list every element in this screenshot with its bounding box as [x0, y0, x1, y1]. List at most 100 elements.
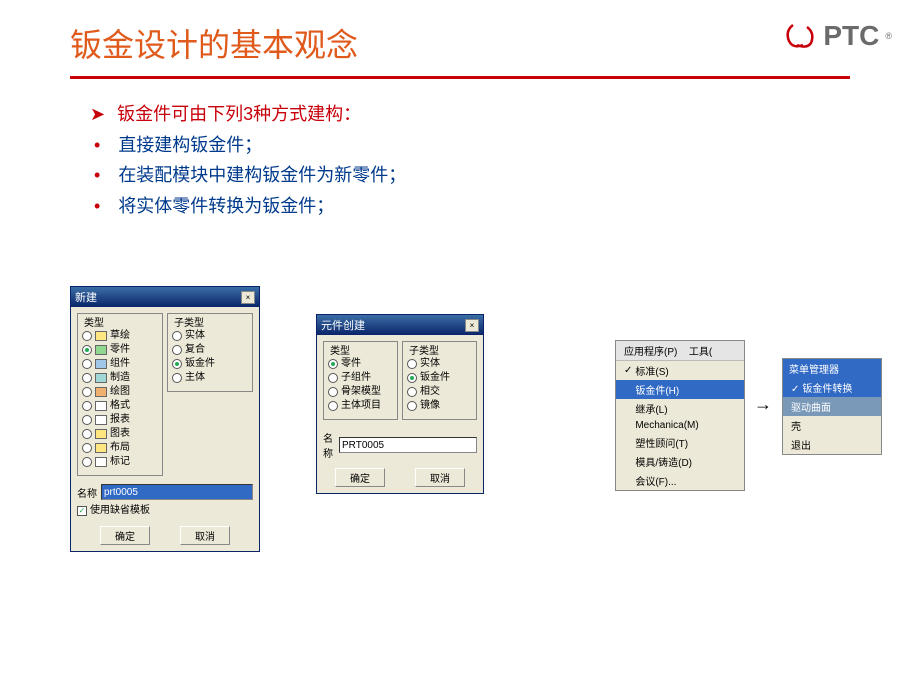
- bullet-sub: 将实体零件转换为钣金件；: [90, 191, 850, 222]
- type-radio-row[interactable]: 零件: [82, 343, 158, 357]
- subtype-group: 子类型 实体钣金件相交镜像: [402, 341, 477, 420]
- subtype-radio-row[interactable]: 钣金件: [172, 357, 248, 371]
- subtype-radio-row[interactable]: 主体: [172, 371, 248, 385]
- bullet-sub: 在装配模块中建构钣金件为新零件；: [90, 160, 850, 191]
- radio-icon[interactable]: [82, 331, 92, 341]
- type-radio-row[interactable]: 主体项目: [328, 399, 393, 413]
- radio-icon[interactable]: [328, 401, 338, 411]
- slide-title: 钣金设计的基本观念: [70, 20, 850, 66]
- menu-item[interactable]: ✓钣金件转换: [783, 378, 881, 397]
- type-radio-row[interactable]: 子组件: [328, 371, 393, 385]
- logo-text: PTC: [823, 20, 879, 52]
- type-radio-row[interactable]: 标记: [82, 455, 158, 469]
- subtype-radio-row[interactable]: 相交: [407, 385, 472, 399]
- type-icon: [95, 373, 107, 383]
- name-label: 名称: [77, 485, 97, 500]
- menu-item[interactable]: 钣金件(H): [616, 380, 744, 399]
- template-checkbox[interactable]: [77, 506, 87, 516]
- type-label: 草绘: [110, 329, 130, 343]
- menu-item-label: 驱动曲面: [791, 403, 831, 414]
- subtype-label: 钣金件: [185, 357, 215, 371]
- type-radio-row[interactable]: 布局: [82, 441, 158, 455]
- radio-icon[interactable]: [407, 387, 417, 397]
- type-label: 格式: [110, 399, 130, 413]
- subtype-radio-row[interactable]: 实体: [407, 357, 472, 371]
- type-group: 类型 草绘零件组件制造绘图格式报表图表布局标记: [77, 313, 163, 476]
- subtype-radio-row[interactable]: 钣金件: [407, 371, 472, 385]
- type-icon: [95, 331, 107, 341]
- radio-icon[interactable]: [172, 345, 182, 355]
- group-label: 类型: [328, 342, 352, 357]
- radio-icon[interactable]: [82, 443, 92, 453]
- type-radio-row[interactable]: 零件: [328, 357, 393, 371]
- radio-icon[interactable]: [82, 387, 92, 397]
- cancel-button[interactable]: 取消: [415, 468, 465, 487]
- arrow-icon: →: [754, 394, 772, 415]
- radio-icon[interactable]: [82, 345, 92, 355]
- subtype-radio-row[interactable]: 实体: [172, 329, 248, 343]
- type-radio-row[interactable]: 制造: [82, 371, 158, 385]
- type-radio-row[interactable]: 报表: [82, 413, 158, 427]
- close-icon[interactable]: ×: [241, 291, 255, 304]
- type-label: 标记: [110, 455, 130, 469]
- type-label: 组件: [110, 357, 130, 371]
- radio-icon[interactable]: [172, 373, 182, 383]
- menu-item[interactable]: Mechanica(M): [616, 418, 744, 433]
- type-radio-row[interactable]: 草绘: [82, 329, 158, 343]
- menu-item[interactable]: 模具/铸造(D): [616, 452, 744, 471]
- menu-item[interactable]: 壳: [783, 416, 881, 435]
- subtype-label: 镜像: [420, 399, 440, 413]
- menu-item-label: 标准(S): [635, 363, 668, 378]
- name-input[interactable]: [339, 437, 477, 453]
- radio-icon[interactable]: [328, 373, 338, 383]
- type-radio-row[interactable]: 骨架模型: [328, 385, 393, 399]
- menu-item[interactable]: 退出: [783, 435, 881, 454]
- type-icon: [95, 415, 107, 425]
- radio-icon[interactable]: [407, 359, 417, 369]
- ok-button[interactable]: 确定: [335, 468, 385, 487]
- type-label: 绘图: [110, 385, 130, 399]
- type-icon: [95, 387, 107, 397]
- subtype-label: 实体: [185, 329, 205, 343]
- radio-icon[interactable]: [82, 359, 92, 369]
- dialog-titlebar[interactable]: 新建 ×: [71, 287, 259, 307]
- radio-icon[interactable]: [407, 373, 417, 383]
- menu-header: 应用程序(P) 工具(: [616, 341, 744, 361]
- bullet-sub: 直接建构钣金件；: [90, 130, 850, 161]
- radio-icon[interactable]: [82, 373, 92, 383]
- name-input[interactable]: [101, 484, 253, 500]
- radio-icon[interactable]: [172, 331, 182, 341]
- radio-icon[interactable]: [172, 359, 182, 369]
- type-label: 主体项目: [341, 399, 381, 413]
- component-create-dialog: 元件创建 × 类型 零件子组件骨架模型主体项目 子类型 实体钣金件相交镜像: [316, 314, 484, 494]
- template-label: 使用缺省模板: [90, 504, 150, 518]
- type-radio-row[interactable]: 格式: [82, 399, 158, 413]
- radio-icon[interactable]: [82, 401, 92, 411]
- type-radio-row[interactable]: 组件: [82, 357, 158, 371]
- cancel-button[interactable]: 取消: [180, 526, 230, 545]
- menu-item[interactable]: 塑性顾问(T): [616, 433, 744, 452]
- radio-icon[interactable]: [82, 415, 92, 425]
- radio-icon[interactable]: [328, 359, 338, 369]
- name-label: 名称: [323, 430, 335, 460]
- menu-item[interactable]: ✓ 标准(S): [616, 361, 744, 380]
- subtype-radio-row[interactable]: 复合: [172, 343, 248, 357]
- radio-icon[interactable]: [328, 387, 338, 397]
- radio-icon[interactable]: [407, 401, 417, 411]
- close-icon[interactable]: ×: [465, 319, 479, 332]
- menu-item[interactable]: 驱动曲面: [783, 397, 881, 416]
- menu-header-item[interactable]: 工具(: [689, 343, 712, 358]
- subtype-radio-row[interactable]: 镜像: [407, 399, 472, 413]
- menu-item[interactable]: 会议(F)...: [616, 471, 744, 490]
- type-icon: [95, 359, 107, 369]
- type-radio-row[interactable]: 绘图: [82, 385, 158, 399]
- ok-button[interactable]: 确定: [100, 526, 150, 545]
- radio-icon[interactable]: [82, 429, 92, 439]
- menu-header-item[interactable]: 应用程序(P): [624, 343, 677, 358]
- group-label: 子类型: [407, 342, 441, 357]
- menu-item[interactable]: 继承(L): [616, 399, 744, 418]
- radio-icon[interactable]: [82, 457, 92, 467]
- dialog-titlebar[interactable]: 元件创建 ×: [317, 315, 483, 335]
- type-radio-row[interactable]: 图表: [82, 427, 158, 441]
- menu-item-label: 钣金件(H): [635, 382, 679, 397]
